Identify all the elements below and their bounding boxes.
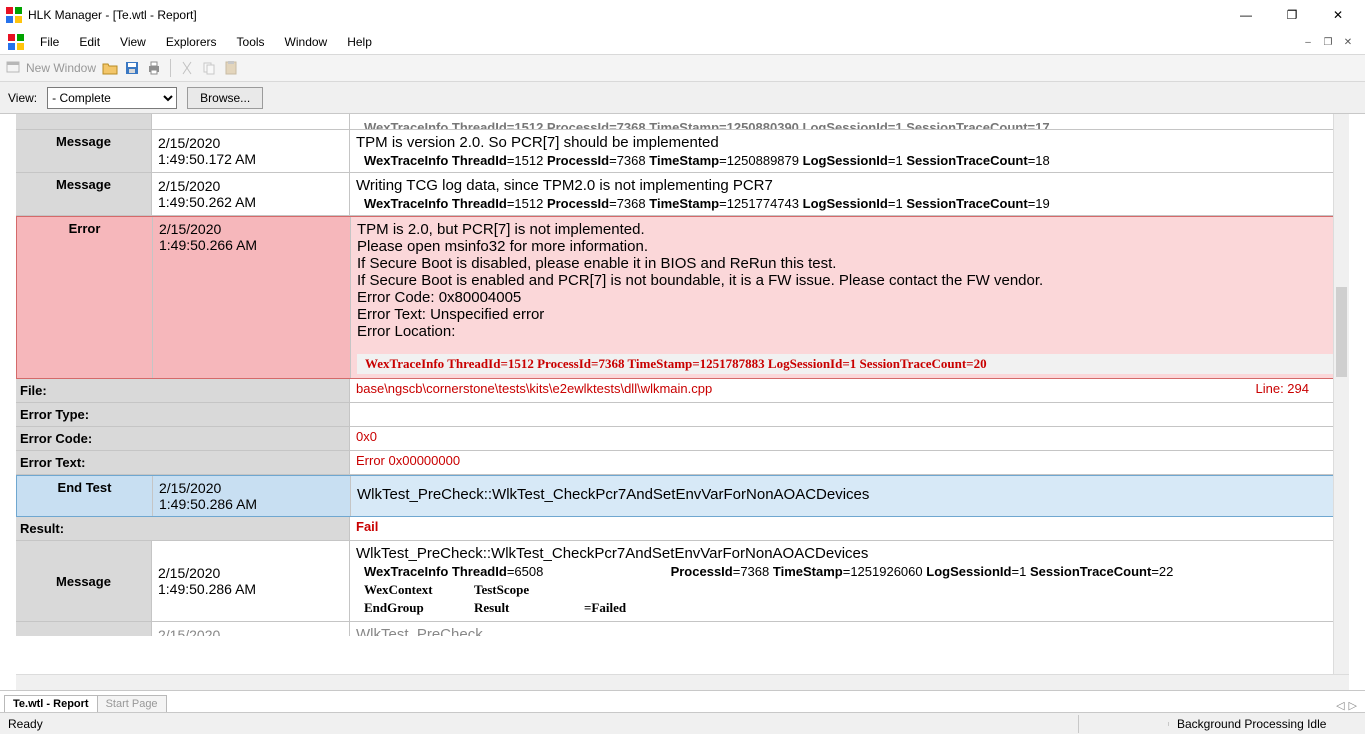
report-area: WexTraceInfo ThreadId=1512 ProcessId=736… [0, 114, 1365, 690]
status-mid [1079, 722, 1169, 726]
view-select[interactable]: - Complete [47, 87, 177, 109]
log-row-message[interactable]: Message 2/15/2020 1:49:50.262 AM Writing… [16, 173, 1349, 216]
trace-info: WexTraceInfo ThreadId=1512 ProcessId=736… [356, 194, 1343, 211]
trace-info: WexTraceInfo ThreadId=1512 ProcessId=736… [356, 118, 1343, 130]
log-row-message[interactable]: Message 2/15/2020 1:49:50.172 AM TPM is … [16, 130, 1349, 173]
row-body: Writing TCG log data, since TPM2.0 is no… [356, 177, 1343, 194]
row-type-label: Error [17, 217, 153, 378]
menu-file[interactable]: File [30, 33, 69, 51]
trace-info: WexTraceInfo ThreadId=1512 ProcessId=736… [357, 354, 1342, 374]
new-window-button[interactable]: New Window [6, 60, 96, 76]
close-button[interactable]: ✕ [1315, 0, 1361, 30]
menu-window[interactable]: Window [275, 33, 338, 51]
row-type-label: End Test [17, 476, 153, 516]
log-row-error[interactable]: Error 2/15/2020 1:49:50.266 AM TPM is 2.… [16, 216, 1349, 379]
log-row-message[interactable]: Message 2/15/2020 1:49:50.286 AM WlkTest… [16, 541, 1349, 622]
status-ready: Ready [0, 715, 1079, 733]
file-line: Line: 294 [1256, 381, 1310, 400]
file-path: base\ngscb\cornerstone\tests\kits\e2ewlk… [356, 381, 712, 400]
view-label: View: [8, 91, 37, 105]
row-date: 2/15/2020 [159, 480, 344, 496]
meta-label: File: [16, 379, 350, 402]
tab-nav-left-icon[interactable]: ◁ [1336, 699, 1344, 712]
meta-label: Error Text: [16, 451, 350, 474]
paste-icon[interactable] [223, 60, 239, 76]
new-window-label: New Window [26, 61, 96, 75]
trace-info: WexTraceInfo ThreadId=1512 ProcessId=736… [356, 151, 1343, 168]
log-row-end-test[interactable]: End Test 2/15/2020 1:49:50.286 AM WlkTes… [16, 475, 1349, 517]
row-body: WlkTest_PreCheck::WlkTest_CheckPcr7AndSe… [357, 486, 1342, 503]
browse-button[interactable]: Browse... [187, 87, 263, 109]
tab-nav-right-icon[interactable]: ▷ [1349, 699, 1357, 712]
menu-tools[interactable]: Tools [227, 33, 275, 51]
meta-value: 0x0 [350, 427, 1349, 450]
row-time: 1:49:50.172 AM [158, 151, 343, 167]
menu-edit[interactable]: Edit [69, 33, 110, 51]
log-row-error-text: Error Text: Error 0x00000000 [16, 451, 1349, 475]
save-icon[interactable] [124, 60, 140, 76]
vertical-scrollbar[interactable] [1333, 114, 1349, 690]
row-body: WlkTest_PreCheck::WlkTest_CheckPcr7AndSe… [356, 545, 1343, 562]
title-bar: HLK Manager - [Te.wtl - Report] — ❐ ✕ [0, 0, 1365, 30]
row-time: 1:49:50.262 AM [158, 194, 343, 210]
row-time: 1:49:50.266 AM [159, 237, 344, 253]
maximize-button[interactable]: ❐ [1269, 0, 1315, 30]
row-time: 1:49:50.286 AM [158, 581, 343, 597]
row-body: TPM is version 2.0. So PCR[7] should be … [356, 134, 1343, 151]
trace-info: WexTraceInfo ThreadId=6508 ProcessId=736… [356, 562, 1343, 579]
log-row-cut-bottom: 2/15/2020 WlkTest_PreCheck [16, 622, 1349, 636]
mdi-minimize-icon[interactable]: – [1299, 34, 1317, 50]
toolbar: New Window [0, 54, 1365, 82]
row-body: TPM is 2.0, but PCR[7] is not implemente… [357, 221, 1342, 340]
row-date: 2/15/2020 [158, 135, 343, 151]
row-date: 2/15/2020 [158, 178, 343, 194]
meta-value [350, 403, 1349, 426]
log-row-result: Result: Fail [16, 517, 1349, 541]
meta-label: Error Type: [16, 403, 350, 426]
mdi-app-icon [8, 34, 24, 50]
app-icon [6, 7, 22, 23]
tab-report[interactable]: Te.wtl - Report [4, 695, 98, 712]
menu-view[interactable]: View [110, 33, 156, 51]
menu-help[interactable]: Help [337, 33, 382, 51]
context-block: WexContextTestScope EndGroupResult=Faile… [356, 581, 1343, 617]
row-date: 2/15/2020 [158, 565, 343, 581]
horizontal-scrollbar[interactable] [16, 674, 1349, 690]
row-date: 2/15/2020 [159, 221, 344, 237]
status-background: Background Processing Idle [1169, 715, 1365, 733]
log-row-cut-top: WexTraceInfo ThreadId=1512 ProcessId=736… [16, 114, 1349, 130]
open-icon[interactable] [102, 60, 118, 76]
log-row-error-code: Error Code: 0x0 [16, 427, 1349, 451]
mdi-restore-icon[interactable]: ❐ [1319, 34, 1337, 50]
result-value: Fail [350, 517, 1349, 540]
menu-explorers[interactable]: Explorers [156, 33, 227, 51]
meta-label: Result: [16, 517, 350, 540]
minimize-button[interactable]: — [1223, 0, 1269, 30]
row-type-label: Message [16, 130, 152, 172]
tab-start-page[interactable]: Start Page [97, 695, 167, 712]
menu-bar: File Edit View Explorers Tools Window He… [0, 30, 1365, 54]
cut-icon[interactable] [179, 60, 195, 76]
window-title: HLK Manager - [Te.wtl - Report] [28, 8, 197, 22]
print-icon[interactable] [146, 60, 162, 76]
log-row-error-type: Error Type: [16, 403, 1349, 427]
row-type-label: Message [16, 541, 152, 621]
mdi-close-icon[interactable]: ✕ [1339, 34, 1357, 50]
new-window-icon [6, 60, 22, 76]
view-bar: View: - Complete Browse... [0, 82, 1365, 114]
status-bar: Ready Background Processing Idle [0, 712, 1365, 734]
meta-label: Error Code: [16, 427, 350, 450]
copy-icon[interactable] [201, 60, 217, 76]
meta-value: Error 0x00000000 [350, 451, 1349, 474]
row-type-label: Message [16, 173, 152, 215]
row-time: 1:49:50.286 AM [159, 496, 344, 512]
log-row-file: File: base\ngscb\cornerstone\tests\kits\… [16, 379, 1349, 403]
document-tabs: Te.wtl - Report Start Page ◁ ▷ [0, 690, 1365, 712]
